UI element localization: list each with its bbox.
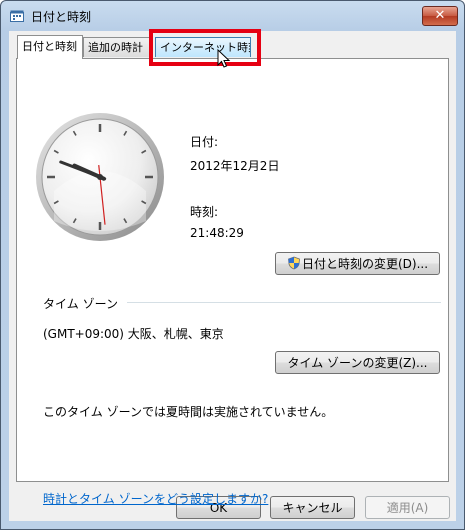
clock-center-pin [97, 174, 103, 180]
change-timezone-button[interactable]: タイム ゾーンの変更(Z)... [275, 351, 440, 374]
date-label: 日付: [190, 135, 219, 149]
tab-date-time[interactable]: 日付と時刻 [17, 35, 83, 59]
timezone-separator [127, 302, 441, 303]
cancel-button[interactable]: キャンセル [270, 496, 355, 519]
dst-note: このタイム ゾーンでは夏時間は実施されていません。 [43, 405, 334, 419]
clock-calendar-icon [10, 10, 24, 22]
tab-panel: 日付: 2012年12月2日 時刻: 21:48:29 日付と時刻の変更(D).… [16, 58, 449, 506]
timezone-value: (GMT+09:00) 大阪、札幌、東京 [43, 327, 224, 341]
dialog-client-area: 日付と時刻 追加の時計 インターネット時刻 日付: 2012年12月2日 時刻:… [9, 31, 456, 521]
date-value: 2012年12月2日 [190, 159, 280, 173]
uac-shield-icon [288, 256, 300, 270]
close-button[interactable]: ✕ [422, 6, 458, 26]
timezone-header: タイム ゾーン [43, 297, 118, 311]
dialog-window: 日付と時刻 ✕ 日付と時刻 追加の時計 インターネット時刻 日付: 2012年1… [0, 0, 465, 530]
tab-additional-clocks[interactable]: 追加の時計 [83, 37, 150, 57]
tab-highlight-box [149, 29, 261, 66]
change-date-time-button[interactable]: 日付と時刻の変更(D)... [275, 252, 440, 275]
help-link[interactable]: 時計とタイム ゾーンをどう設定しますか? [43, 490, 268, 507]
window-title: 日付と時刻 [31, 10, 92, 24]
tab-label: 追加の時計 [88, 41, 143, 54]
change-date-time-label: 日付と時刻の変更(D)... [301, 257, 429, 271]
tab-label: 日付と時刻 [22, 40, 77, 53]
mouse-cursor-icon [217, 49, 231, 68]
time-label: 時刻: [190, 205, 219, 219]
title-bar[interactable]: 日付と時刻 ✕ [1, 1, 464, 31]
analog-clock [36, 113, 164, 241]
apply-button[interactable]: 適用(A) [365, 496, 450, 519]
time-value: 21:48:29 [190, 226, 244, 240]
